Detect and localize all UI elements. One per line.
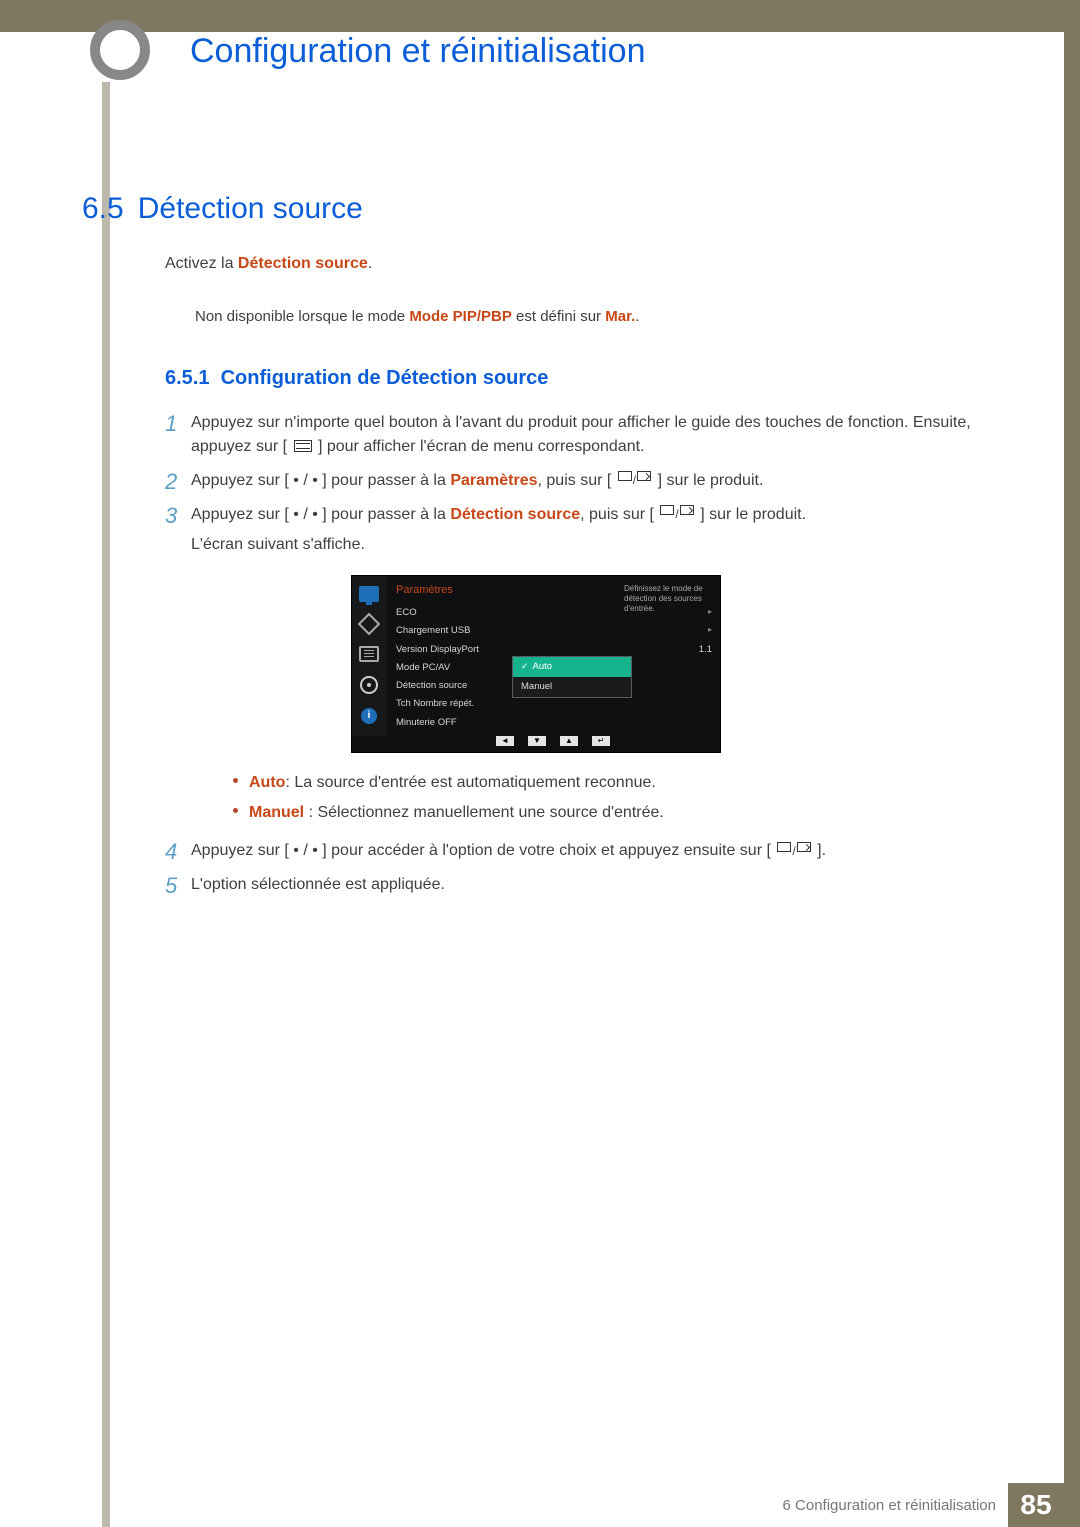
step-3: 3 Appuyez sur [ • / • ] pour passer à la…: [165, 503, 985, 825]
footer-chapter-label: 6 Configuration et réinitialisation: [783, 1497, 996, 1514]
enter-source-icon: /: [777, 842, 810, 860]
gear-icon: [360, 676, 378, 694]
subsection-title: 6.5.1 Configuration de Détection source: [165, 363, 985, 393]
step-1: 1 Appuyez sur n'importe quel bouton à l'…: [165, 411, 985, 459]
section-title-text: Détection source: [138, 192, 363, 225]
top-bar: [0, 0, 1080, 32]
osd-row: Chargement USB▸: [396, 622, 712, 640]
osd-popup: Auto Manuel: [512, 656, 632, 699]
osd-sidebar: i: [352, 576, 386, 736]
steps-list: 1 Appuyez sur n'importe quel bouton à l'…: [165, 411, 985, 897]
nav-enter-icon: ↵: [592, 736, 610, 746]
section-title: 6.5 Détection source: [82, 192, 363, 226]
enter-source-icon: /: [660, 505, 693, 523]
osd-screenshot: i Paramètres ECO▸ Chargement USB▸ Versio…: [351, 575, 721, 753]
activation-line: Activez la Détection source.: [165, 252, 985, 276]
nav-left-icon: ◄: [496, 736, 514, 746]
list-icon: [359, 646, 379, 662]
osd-body: Paramètres ECO▸ Chargement USB▸ Version …: [386, 576, 720, 732]
step-2: 2 Appuyez sur [ • / • ] pour passer à la…: [165, 469, 985, 493]
page-number: 85: [1008, 1483, 1064, 1527]
popup-option-auto: Auto: [513, 657, 631, 677]
nav-up-icon: ▲: [560, 736, 578, 746]
section-number: 6.5: [82, 192, 124, 225]
content-block: Activez la Détection source. Non disponi…: [165, 252, 985, 907]
bullet-manuel: Manuel : Sélectionnez manuellement une s…: [233, 801, 985, 825]
option-descriptions: Auto: La source d'entrée est automatique…: [233, 771, 985, 825]
arrows-icon: [359, 616, 379, 632]
osd-nav-bar: ◄ ▼ ▲ ↵: [386, 732, 720, 748]
availability-note: Non disponible lorsque le mode Mode PIP/…: [195, 306, 985, 329]
bullet-auto: Auto: La source d'entrée est automatique…: [233, 771, 985, 795]
step-5: 5 L'option sélectionnée est appliquée.: [165, 873, 985, 897]
step-4: 4 Appuyez sur [ • / • ] pour accéder à l…: [165, 839, 985, 863]
chapter-number-circle: [90, 20, 150, 80]
osd-help-text: Définissez le mode de détection des sour…: [624, 584, 712, 615]
nav-down-icon: ▼: [528, 736, 546, 746]
side-strip: [1064, 32, 1080, 1527]
popup-option-manuel: Manuel: [513, 677, 631, 697]
info-icon: i: [361, 708, 377, 724]
enter-source-icon: /: [618, 471, 651, 489]
footer: 6 Configuration et réinitialisation 85: [783, 1483, 1064, 1527]
chapter-title: Configuration et réinitialisation: [190, 32, 645, 71]
osd-row: Minuterie OFF: [396, 714, 712, 732]
menu-icon: [294, 440, 312, 452]
left-margin-strip: [102, 82, 110, 1527]
monitor-icon: [359, 586, 379, 602]
